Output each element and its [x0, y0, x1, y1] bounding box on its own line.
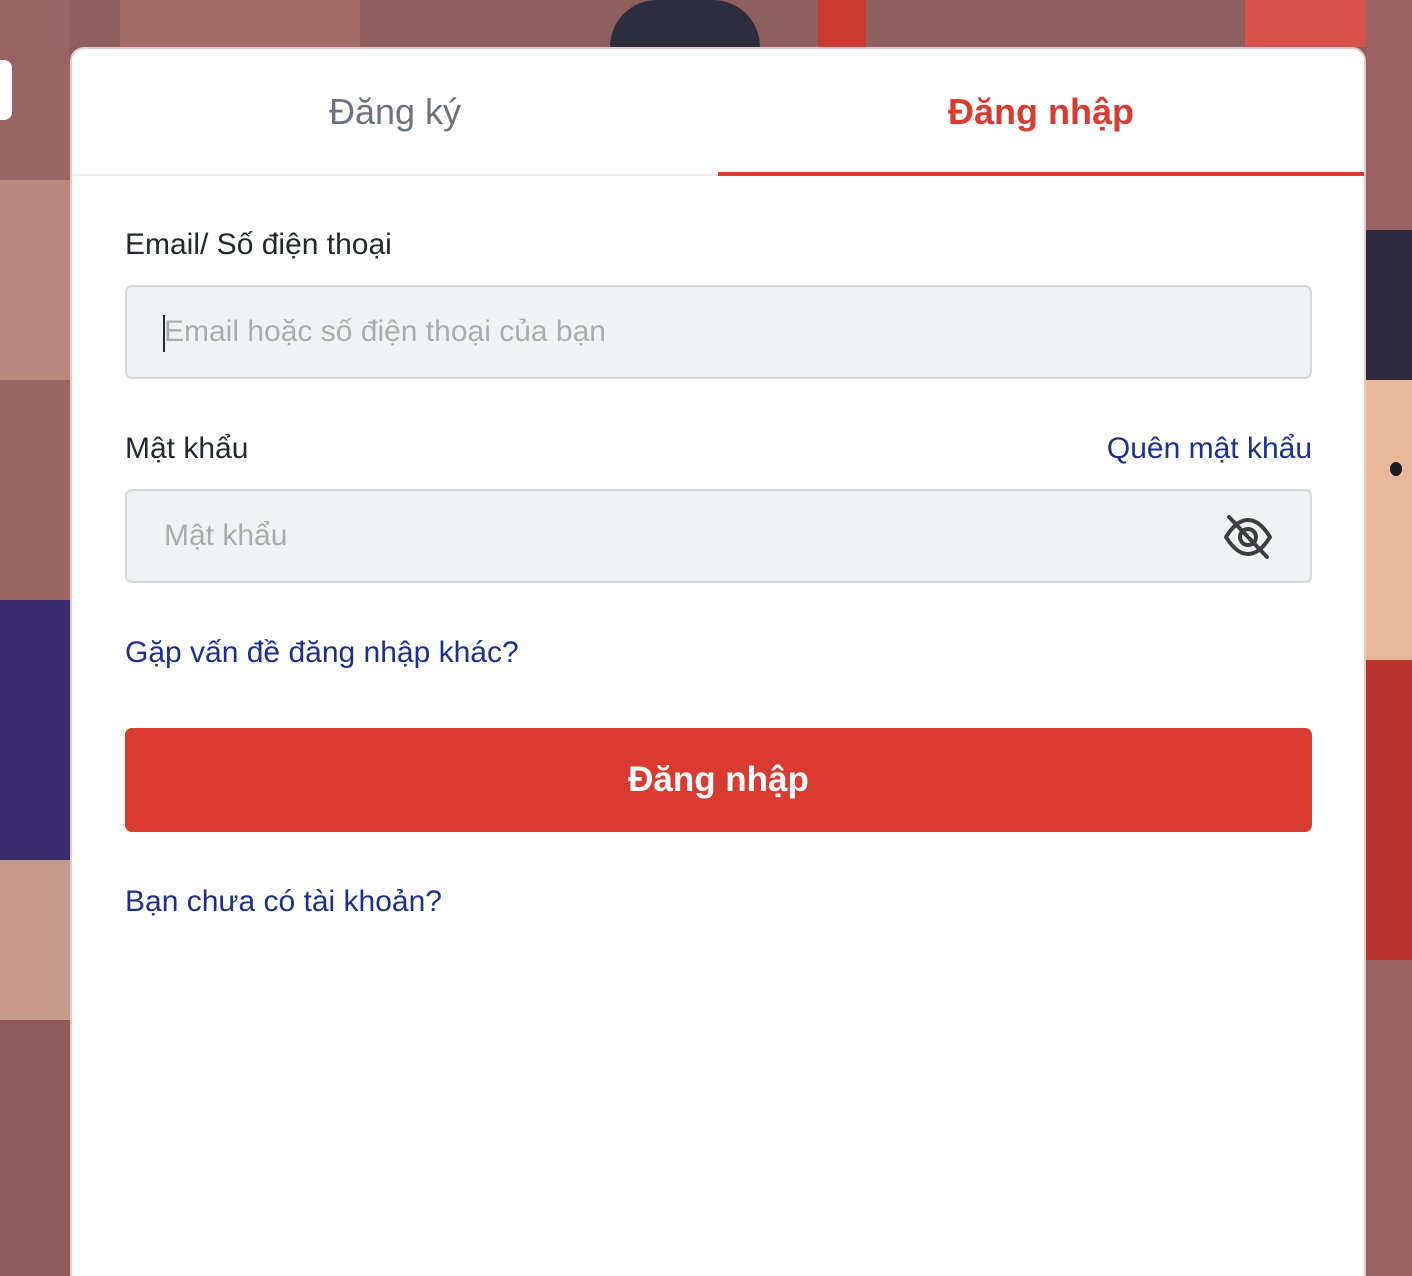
identifier-input[interactable] — [127, 287, 1310, 377]
tab-register[interactable]: Đăng ký — [72, 49, 718, 174]
text-caret — [163, 315, 165, 352]
auth-tabs: Đăng ký Đăng nhập — [72, 49, 1364, 176]
login-form: Email/ Số điện thoại Mật khẩu Quên mật k… — [125, 225, 1312, 924]
tab-login[interactable]: Đăng nhập — [718, 49, 1364, 176]
auth-modal: Đăng ký Đăng nhập Email/ Số điện thoại M… — [70, 47, 1366, 1276]
signup-link[interactable]: Bạn chưa có tài khoản? — [125, 885, 442, 919]
eye-off-icon[interactable] — [1222, 513, 1274, 561]
identifier-field-wrapper — [125, 285, 1312, 379]
login-button[interactable]: Đăng nhập — [125, 728, 1312, 832]
other-login-issue-link[interactable]: Gặp vấn đề đăng nhập khác? — [125, 636, 519, 670]
identifier-label: Email/ Số điện thoại — [125, 228, 392, 261]
forgot-password-link[interactable]: Quên mật khẩu — [1107, 432, 1312, 466]
password-input[interactable] — [127, 491, 1310, 581]
password-field-wrapper — [125, 489, 1312, 583]
password-label: Mật khẩu — [125, 432, 249, 465]
